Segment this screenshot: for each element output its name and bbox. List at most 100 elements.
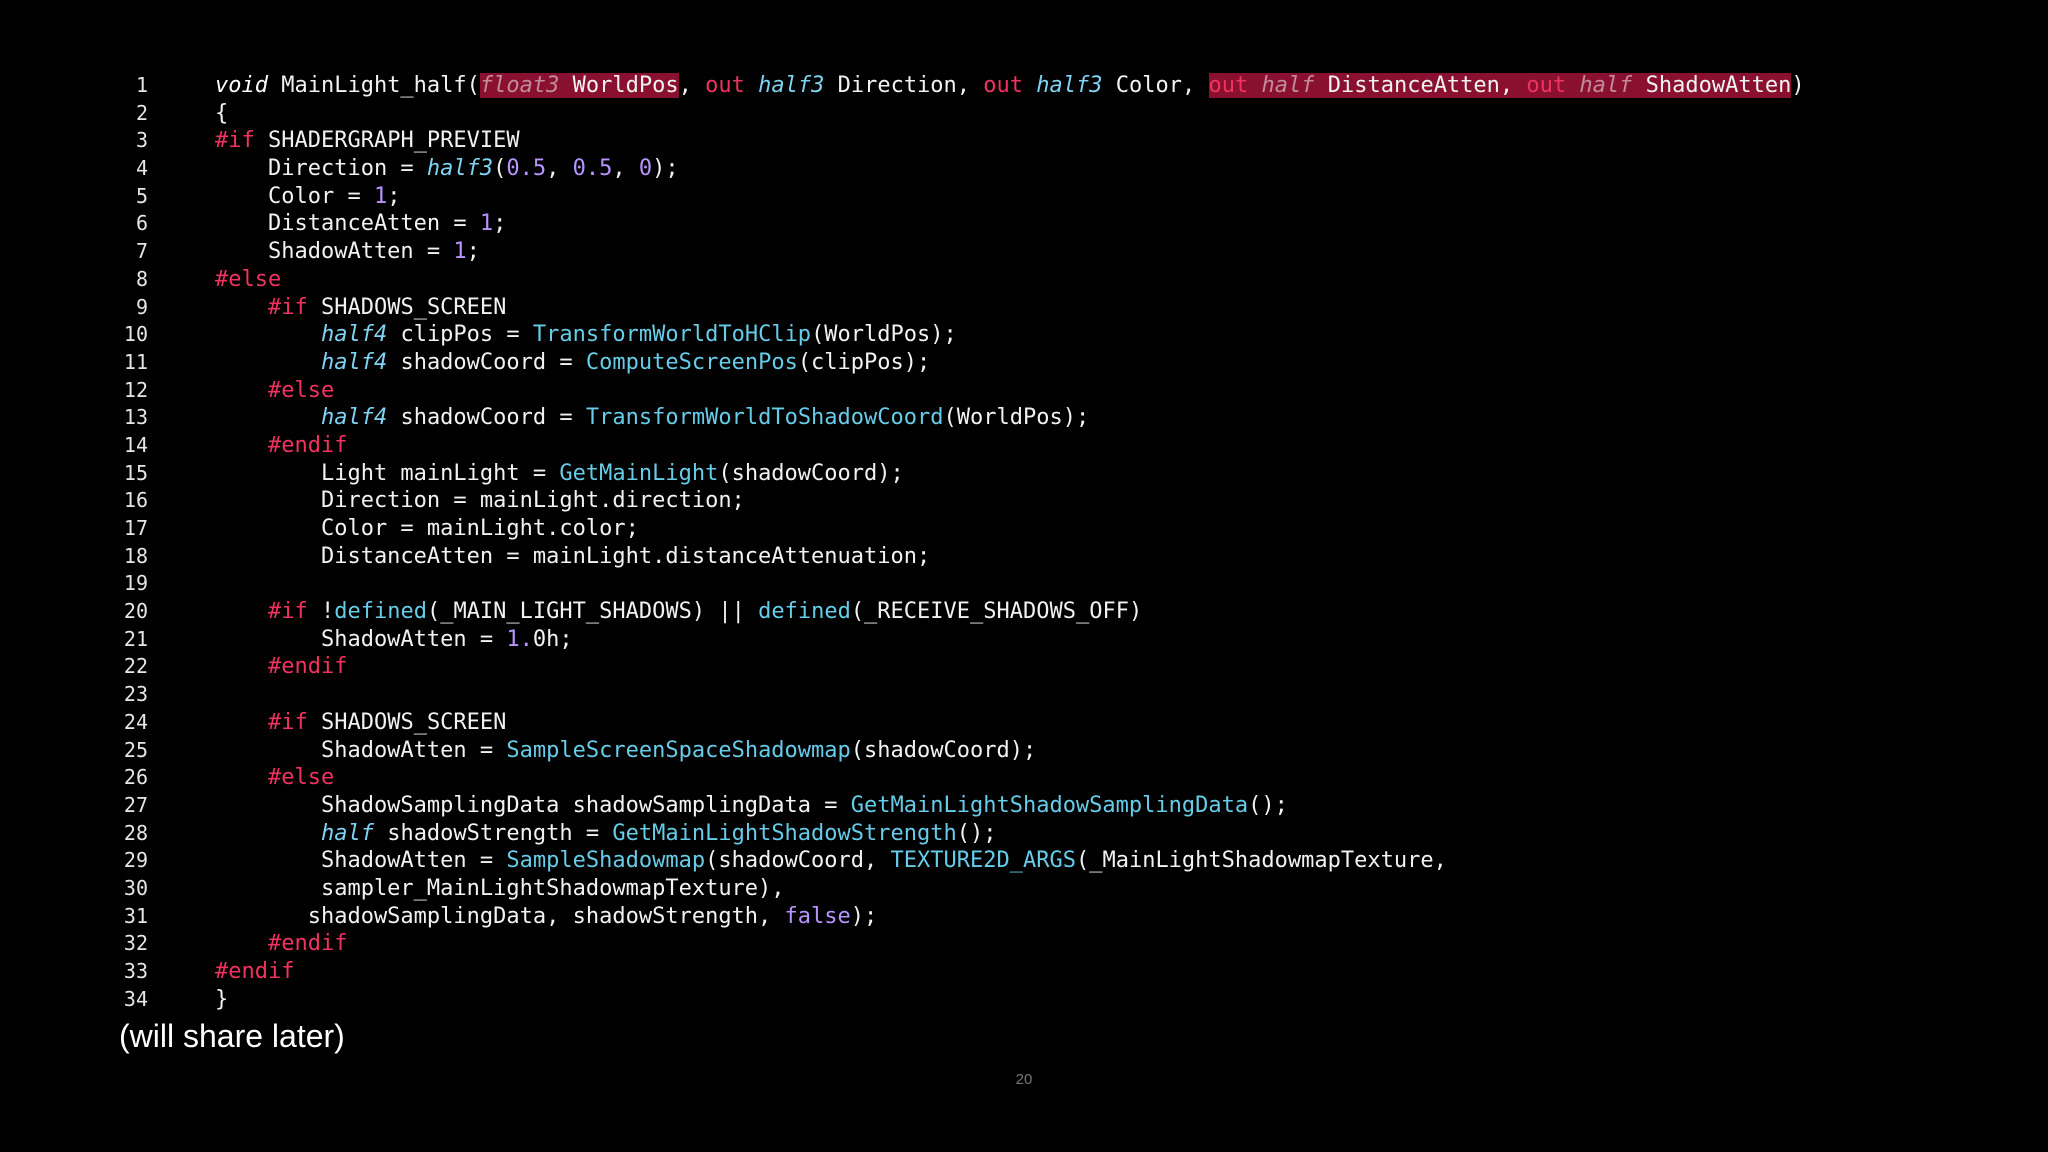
line-content: #else xyxy=(215,764,334,792)
code-token: half xyxy=(1579,73,1633,98)
line-number: 24 xyxy=(123,709,148,734)
code-token: half4 xyxy=(320,349,388,375)
code-line: 8 #else xyxy=(120,266,1940,294)
code-token: half xyxy=(1261,73,1315,98)
code-token: #else xyxy=(267,377,335,403)
code-token: #if xyxy=(215,128,255,154)
code-line: 12 #else xyxy=(120,377,1940,405)
line-content: ShadowAtten = 1; xyxy=(215,238,480,266)
code-token: #endif xyxy=(267,654,348,680)
line-number: 16 xyxy=(123,488,148,513)
code-token: (shadowCoord, xyxy=(705,848,891,874)
code-token: Color = mainLight.color; xyxy=(215,516,639,541)
code-token: } xyxy=(215,986,229,1012)
code-token: Direction, xyxy=(824,73,984,98)
line-number: 31 xyxy=(123,903,148,928)
line-content: #if SHADOWS_SCREEN xyxy=(215,294,506,322)
code-token: (_MAIN_LIGHT_SHADOWS) || xyxy=(426,599,759,625)
line-content: } xyxy=(215,986,228,1014)
code-token: ShadowSamplingData shadowSamplingData = xyxy=(215,792,851,818)
code-line: 18 DistanceAtten = mainLight.distanceAtt… xyxy=(120,543,1940,571)
code-token: (WorldPos); xyxy=(943,405,1090,431)
page-number: 20 xyxy=(1015,1071,1033,1088)
line-content: Direction = half3(0.5, 0.5, 0); xyxy=(215,155,679,183)
code-line: 14 #endif xyxy=(120,432,1940,460)
code-token: #endif xyxy=(267,931,348,957)
code-token: SHADERGRAPH_PREVIEW xyxy=(254,128,520,154)
line-number: 1 xyxy=(135,73,148,97)
code-token: ShadowAtten = xyxy=(215,626,507,652)
code-token: SHADOWS_SCREEN xyxy=(307,709,507,735)
caption-text: (will share later) xyxy=(119,1018,345,1054)
code-token: float3 xyxy=(479,73,560,98)
line-content: Direction = mainLight.direction; xyxy=(215,487,745,515)
line-content: #if SHADOWS_SCREEN xyxy=(215,709,506,737)
line-number: 2 xyxy=(135,100,148,125)
line-content: void MainLight_half(float3 WorldPos, out… xyxy=(215,72,1805,100)
code-token: void xyxy=(215,73,268,98)
code-line: 3 #if SHADERGRAPH_PREVIEW xyxy=(120,127,1940,155)
code-line: 25 ShadowAtten = SampleScreenSpaceShadow… xyxy=(120,737,1940,765)
line-content: ShadowAtten = SampleShadowmap(shadowCoor… xyxy=(215,847,1447,875)
line-content: sampler_MainLightShadowmapTexture), xyxy=(215,875,785,903)
code-token: 1 xyxy=(479,211,494,237)
code-token: shadowCoord = xyxy=(387,405,586,431)
code-line: 7 ShadowAtten = 1; xyxy=(120,238,1940,266)
code-token: 1 xyxy=(453,239,467,265)
code-token: #if xyxy=(267,294,308,320)
code-line: 31 shadowSamplingData, shadowStrength, f… xyxy=(120,903,1940,931)
code-token: WorldPos xyxy=(559,73,679,98)
code-token: MainLight_half( xyxy=(267,73,480,98)
code-line: 2{ xyxy=(120,100,1940,128)
code-token: Light mainLight = xyxy=(215,460,560,486)
code-token: TransformWorldToHClip xyxy=(532,322,812,348)
code-token: Color = xyxy=(215,183,374,209)
line-number: 25 xyxy=(123,737,148,762)
code-token: half3 xyxy=(1036,73,1103,98)
code-token: TransformWorldToShadowCoord xyxy=(585,405,944,431)
slide: 1 void MainLight_half(float3 WorldPos, ou… xyxy=(0,0,2048,1152)
line-number: 7 xyxy=(135,239,148,264)
code-token: Color, xyxy=(1102,73,1209,98)
code-token: DistanceAtten, xyxy=(1314,73,1527,98)
code-line: 22 #endif xyxy=(120,653,1940,681)
code-token: ! xyxy=(307,599,335,625)
code-token: Direction = mainLight.direction; xyxy=(215,488,745,514)
line-number: 20 xyxy=(123,599,148,624)
line-number: 13 xyxy=(123,405,148,430)
code-token: 0.5 xyxy=(506,156,547,182)
line-content: ShadowAtten = SampleScreenSpaceShadowmap… xyxy=(215,737,1036,765)
line-content: { xyxy=(215,100,228,128)
code-line: 13 half4 shadowCoord = TransformWorldToS… xyxy=(120,404,1940,432)
code-token: #if xyxy=(267,599,308,625)
code-line: 10 half4 clipPos = TransformWorldToHClip… xyxy=(120,321,1940,349)
line-content: Light mainLight = GetMainLight(shadowCoo… xyxy=(215,460,904,488)
line-number: 10 xyxy=(123,322,148,347)
code-token: clipPos = xyxy=(387,322,533,348)
code-token: TEXTURE2D_ARGS xyxy=(890,848,1076,874)
code-line: 16 Direction = mainLight.direction; xyxy=(120,487,1940,515)
code-token: 0 xyxy=(638,156,653,182)
code-token: false xyxy=(784,903,851,929)
line-number: 28 xyxy=(123,820,148,845)
code-token: ( xyxy=(493,156,507,182)
code-token: GetMainLightShadowStrength xyxy=(612,820,957,846)
code-token: ; xyxy=(493,211,507,237)
line-number: 5 xyxy=(135,183,148,208)
line-content: DistanceAtten = 1; xyxy=(215,210,506,238)
code-line: 6 DistanceAtten = 1; xyxy=(120,210,1940,238)
code-token: out xyxy=(705,73,745,98)
code-token: out xyxy=(1208,73,1249,98)
line-number: 34 xyxy=(123,986,148,1011)
line-number: 8 xyxy=(135,266,148,291)
code-token: half3 xyxy=(426,156,494,182)
code-line: 30 sampler_MainLightShadowmapTexture), xyxy=(120,875,1940,903)
code-token: GetMainLightShadowSamplingData xyxy=(850,792,1249,818)
code-token: SampleScreenSpaceShadowmap xyxy=(506,737,851,763)
